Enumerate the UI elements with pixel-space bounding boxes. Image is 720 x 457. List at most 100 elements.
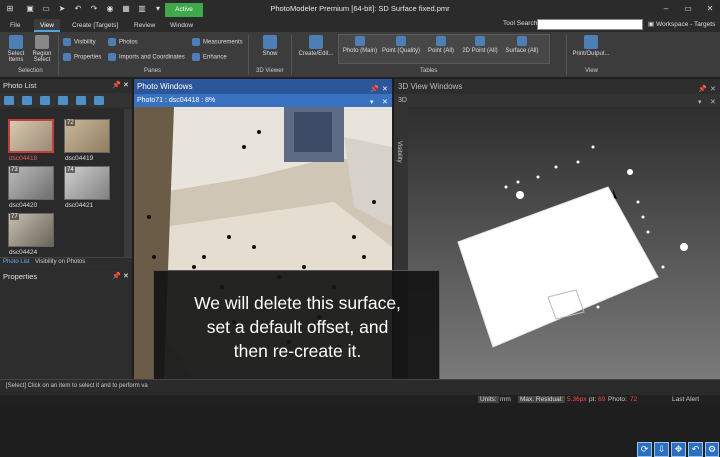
- photo-list-title: Photo List: [3, 81, 37, 90]
- visibility-button[interactable]: Visibility: [63, 38, 96, 46]
- tables-group-label: Tables: [420, 68, 438, 74]
- dropdown-icon[interactable]: ▾: [152, 3, 164, 15]
- photo-thumbnail[interactable]: 72: [64, 119, 110, 153]
- save-icon[interactable]: ▣: [24, 3, 36, 15]
- close-icon[interactable]: ✕: [123, 270, 129, 284]
- redo-icon[interactable]: ↷: [88, 3, 100, 15]
- list-view-icon[interactable]: [22, 96, 32, 105]
- print-output-button[interactable]: Print/Output...: [570, 35, 612, 57]
- close-icon[interactable]: ✕: [123, 79, 129, 93]
- tab-create[interactable]: Create [Targets]: [66, 19, 124, 32]
- print-icon: [584, 35, 598, 49]
- select-items-label: Select Items: [7, 51, 25, 63]
- workspace-selector[interactable]: ▣ Workspace - Targets: [648, 20, 715, 28]
- caption-line: We will delete this surface,: [194, 293, 401, 313]
- measurements-label: Measurements: [203, 39, 243, 46]
- show-label: Show: [262, 51, 278, 57]
- table-photo-main[interactable]: Photo (Main): [341, 36, 379, 54]
- 3d-scene: [408, 107, 720, 379]
- region-select-button[interactable]: Region Select: [30, 35, 54, 63]
- pin-icon[interactable]: 📌: [112, 270, 121, 284]
- properties-label: Properties: [74, 54, 102, 61]
- sort-icon[interactable]: [76, 96, 86, 105]
- filter-icon[interactable]: [94, 96, 104, 105]
- thumbnail-view-icon[interactable]: [4, 96, 14, 105]
- ribbon-separator: [291, 35, 292, 75]
- last-alert[interactable]: Last Alert: [672, 396, 699, 403]
- app-icon[interactable]: ⊞: [4, 3, 16, 15]
- table-2d-point-all-label: 2D Point (All): [462, 48, 498, 54]
- maximize-button[interactable]: ▭: [678, 1, 698, 16]
- photo-value: 72: [630, 396, 638, 403]
- photo-number: 74: [66, 167, 75, 173]
- tables-gallery: Photo (Main) Point (Quality) Point (All)…: [338, 34, 550, 64]
- photo-thumbnail[interactable]: [8, 119, 54, 153]
- imports-label: Imports and Coordinates: [119, 54, 185, 61]
- tab-view[interactable]: View: [34, 19, 60, 32]
- subtab-photo-list[interactable]: Photo List: [3, 259, 30, 265]
- table-icon: [396, 36, 406, 46]
- imports-button[interactable]: Imports and Coordinates: [108, 53, 185, 61]
- photo-thumbnail[interactable]: 73: [8, 166, 54, 200]
- 3d-canvas[interactable]: [408, 107, 720, 379]
- 3d-view-window: 3D View Windows 📌 ✕ 3D ▾ ✕ Visibility ⟳ …: [394, 79, 720, 457]
- pan-icon[interactable]: ✥: [671, 442, 686, 457]
- add-photo-icon[interactable]: [40, 96, 50, 105]
- create-edit-button[interactable]: Create/Edit...: [296, 35, 336, 57]
- caption-line: set a default offset, and: [206, 317, 389, 337]
- undo-icon[interactable]: ↶: [72, 3, 84, 15]
- show-icon: [263, 35, 277, 49]
- table-point-all[interactable]: Point (All): [425, 36, 457, 54]
- table-icon: [475, 36, 485, 46]
- tutorial-caption: We will delete this surface, set a defau…: [153, 270, 440, 390]
- table-point-quality[interactable]: Point (Quality): [381, 36, 421, 54]
- units-label[interactable]: Units:: [478, 396, 499, 403]
- title-bar: ⊞ ▣ ▭ ➤ ↶ ↷ ◉ ▦ ▥ ▾ Active PhotoModeler …: [0, 0, 720, 18]
- tab-file[interactable]: File: [4, 19, 26, 32]
- enhance-button[interactable]: Enhance: [192, 53, 227, 61]
- tool-search-input[interactable]: [537, 19, 643, 30]
- measurements-button[interactable]: Measurements: [192, 38, 243, 46]
- image-icon[interactable]: [58, 96, 68, 105]
- grid-icon[interactable]: ▦: [120, 3, 132, 15]
- pin-icon[interactable]: 📌: [112, 79, 121, 93]
- tab-window[interactable]: Window: [164, 19, 199, 32]
- tool-search-label: Tool Search: [503, 20, 538, 27]
- caption-line: then re-create it.: [233, 341, 362, 361]
- properties-header: Properties 📌 ✕: [0, 270, 132, 284]
- settings-icon[interactable]: ⚙: [705, 442, 719, 457]
- photo-tab[interactable]: Photo71 : dsc04418 : 8% ▾ ✕: [134, 94, 392, 107]
- photo-label: dsc04420: [9, 202, 38, 209]
- rotate-icon[interactable]: ⟳: [637, 442, 652, 457]
- photo-list-subtabs: Photo List Visibility on Photos: [0, 257, 132, 269]
- select-items-button[interactable]: Select Items: [4, 35, 28, 63]
- viewer-group-label: 3D Viewer: [256, 68, 284, 74]
- properties-button[interactable]: Properties: [63, 53, 101, 61]
- folder-icon[interactable]: ▭: [40, 3, 52, 15]
- pointer-icon[interactable]: ➤: [56, 3, 68, 15]
- table-surface-all-label: Surface (All): [505, 48, 539, 54]
- show-button[interactable]: Show: [258, 35, 282, 57]
- photos-button[interactable]: Photos: [108, 38, 138, 46]
- camera-icon[interactable]: ◉: [104, 3, 116, 15]
- photo-label: dsc04424: [9, 249, 38, 256]
- 3d-tab[interactable]: 3D ▾ ✕: [394, 94, 720, 107]
- photo-window-header: Photo Windows 📌 ✕: [134, 79, 392, 94]
- table-2d-point-all[interactable]: 2D Point (All): [461, 36, 499, 54]
- photo-thumbnail[interactable]: 77: [8, 213, 54, 247]
- minimize-button[interactable]: –: [656, 1, 676, 16]
- photo-thumbnail[interactable]: 74: [64, 166, 110, 200]
- photo-number: 72: [66, 120, 75, 126]
- undo-view-icon[interactable]: ↶: [688, 442, 703, 457]
- max-residual-label[interactable]: Max. Residual:: [518, 396, 565, 403]
- zoom-icon[interactable]: ⇩: [654, 442, 669, 457]
- table-surface-all[interactable]: Surface (All): [503, 36, 541, 54]
- tab-review[interactable]: Review: [128, 19, 161, 32]
- thumbnail-scrollbar[interactable]: [124, 109, 132, 257]
- pt-label: pt:: [589, 396, 597, 403]
- subtab-visibility-on-photos[interactable]: Visibility on Photos: [35, 259, 85, 265]
- table-photo-main-label: Photo (Main): [342, 48, 378, 54]
- close-button[interactable]: ✕: [700, 1, 720, 16]
- photo-label: dsc04421: [65, 202, 94, 209]
- lock-icon[interactable]: ▥: [136, 3, 148, 15]
